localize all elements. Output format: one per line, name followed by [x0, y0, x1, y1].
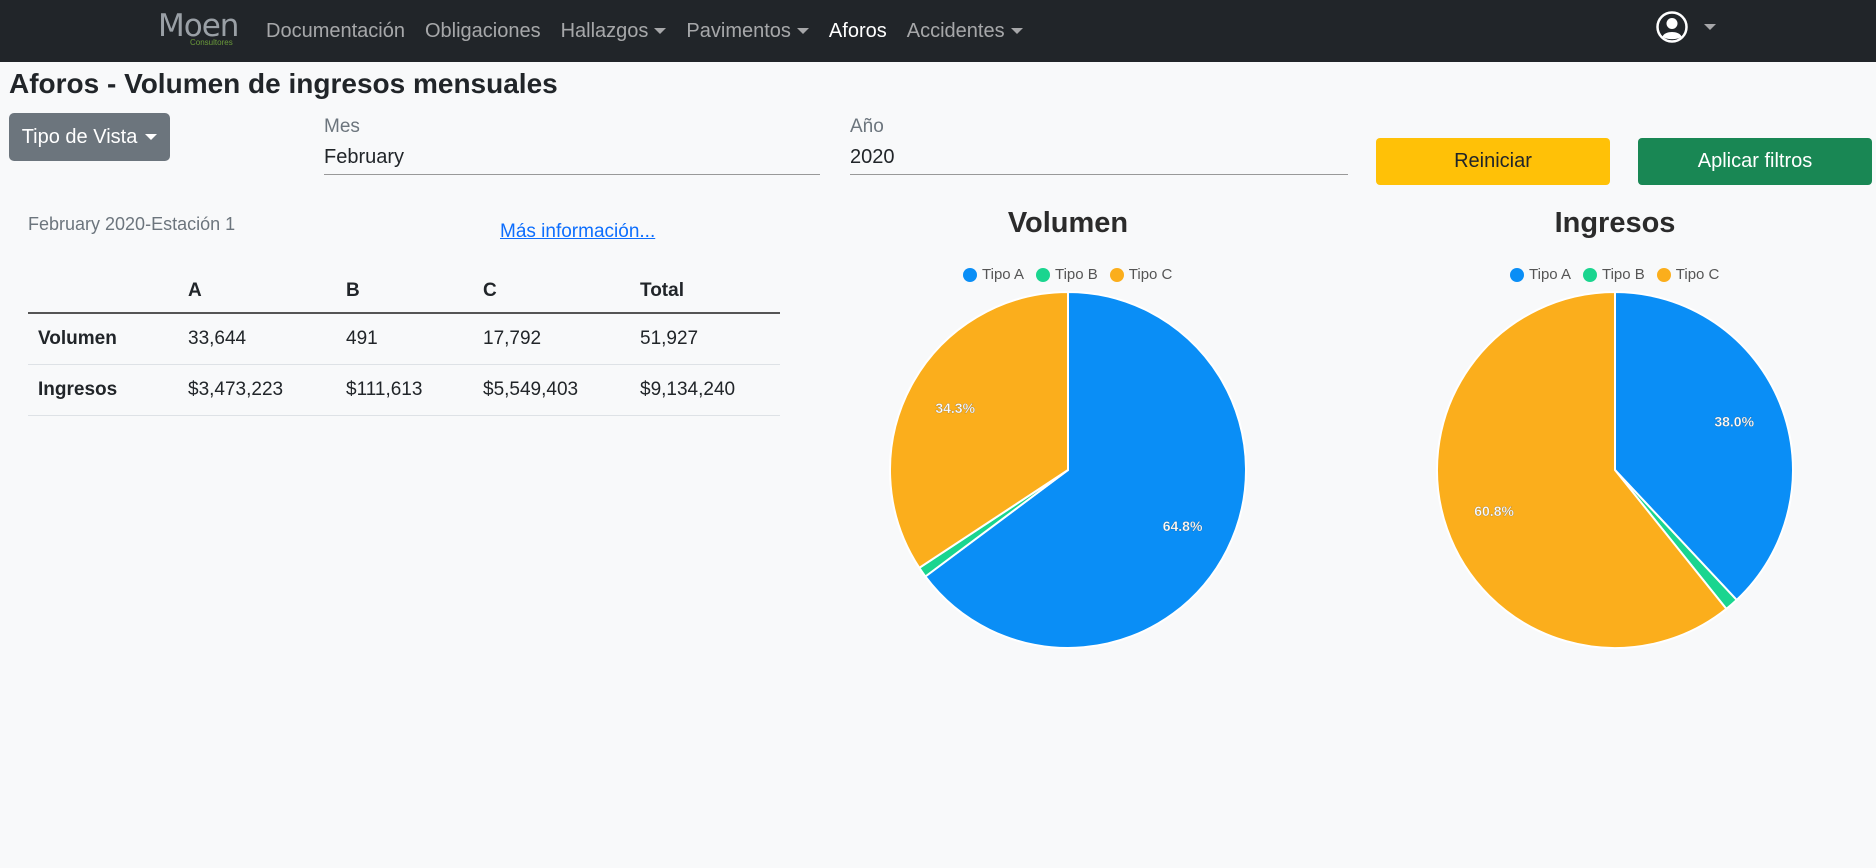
caret-down-icon [796, 28, 809, 34]
nav-menu: Documentación Obligaciones Hallazgos Pav… [256, 0, 1033, 62]
row-label: Ingresos [28, 364, 178, 416]
nav-item-label: Obligaciones [424, 19, 541, 42]
legend-label: Tipo B [1054, 266, 1098, 283]
apply-filters-button[interactable]: Aplicar filtros [1638, 138, 1872, 185]
legend-swatch [1109, 267, 1124, 282]
legend-swatch [1656, 267, 1671, 282]
legend-item-tipo-c[interactable]: Tipo C [1656, 266, 1720, 283]
table-header-total: Total [630, 270, 780, 314]
row-label: Volumen [28, 313, 178, 365]
pie-data-label: 60.8% [1474, 503, 1514, 519]
table-header-b: B [336, 270, 473, 314]
user-avatar-icon [1656, 11, 1688, 43]
legend-item-tipo-c[interactable]: Tipo C [1109, 266, 1173, 283]
nav-item-pavimentos[interactable]: Pavimentos [676, 20, 819, 43]
user-menu[interactable] [1656, 11, 1716, 43]
legend-label: Tipo C [1128, 266, 1173, 283]
volumen-pie-chart: 64.8% 34.3% [889, 290, 1247, 649]
ingresos-chart-legend: Tipo A Tipo B Tipo C [1510, 266, 1731, 283]
table-header-c: C [473, 270, 630, 314]
table-header-a: A [178, 270, 336, 314]
nav-item-label: Hallazgos [560, 19, 649, 42]
nav-item-label: Accidentes [906, 19, 1005, 42]
cell-a: 33,644 [178, 313, 336, 365]
top-navbar: Moen Consultores Documentación Obligacio… [0, 0, 1876, 62]
table-row: Volumen 33,644 491 17,792 51,927 [28, 313, 780, 365]
legend-label: Tipo B [1601, 266, 1645, 283]
view-type-dropdown-button[interactable]: Tipo de Vista [9, 113, 170, 161]
nav-item-label: Pavimentos [686, 19, 791, 42]
cell-total: 51,927 [630, 313, 780, 365]
ingresos-pie-chart: 38.0% 60.8% [1436, 290, 1794, 649]
volumen-chart-title: Volumen [1007, 207, 1129, 239]
year-input[interactable] [850, 140, 1348, 175]
legend-swatch [963, 267, 977, 282]
station-label: February 2020-Estación 1 [28, 214, 236, 234]
legend-item-tipo-b[interactable]: Tipo B [1582, 266, 1645, 283]
more-info-link[interactable]: Más información... [500, 221, 655, 243]
year-label: Año [850, 116, 884, 137]
caret-down-icon [1010, 28, 1023, 34]
view-type-label: Tipo de Vista [21, 125, 138, 148]
legend-label: Tipo A [982, 266, 1024, 283]
volumen-chart-legend: Tipo A Tipo B Tipo C [963, 266, 1184, 283]
nav-item-aforos[interactable]: Aforos [819, 20, 897, 43]
table-header-blank [28, 270, 178, 314]
month-input[interactable] [324, 140, 820, 175]
cell-b: 491 [336, 313, 473, 365]
legend-swatch [1510, 267, 1524, 282]
nav-item-label: Aforos [828, 19, 887, 42]
legend-label: Tipo A [1529, 266, 1571, 283]
legend-swatch [1035, 267, 1050, 282]
cell-b: $111,613 [336, 364, 473, 416]
caret-down-icon [654, 28, 667, 34]
reset-button[interactable]: Reiniciar [1376, 138, 1610, 185]
page-title: Aforos - Volumen de ingresos mensuales [9, 68, 558, 99]
legend-item-tipo-b[interactable]: Tipo B [1035, 266, 1098, 283]
table-row: Ingresos $3,473,223 $111,613 $5,549,403 … [28, 364, 780, 416]
pie-data-label: 34.3% [935, 400, 975, 416]
legend-item-tipo-a[interactable]: Tipo A [963, 266, 1024, 283]
cell-c: $5,549,403 [473, 364, 630, 416]
pie-data-label: 64.8% [1163, 518, 1203, 534]
ingresos-chart-title: Ingresos [1554, 207, 1676, 239]
month-label: Mes [324, 116, 360, 137]
legend-label: Tipo C [1675, 266, 1720, 283]
caret-down-icon [1704, 24, 1716, 30]
nav-item-hallazgos[interactable]: Hallazgos [551, 20, 677, 43]
pie-data-label: 38.0% [1714, 414, 1754, 430]
cell-c: 17,792 [473, 313, 630, 365]
nav-item-obligaciones[interactable]: Obligaciones [415, 20, 551, 43]
summary-table: A B C Total Volumen 33,644 491 17,792 51… [28, 270, 780, 416]
nav-item-documentacion[interactable]: Documentación [256, 20, 415, 43]
cell-total: $9,134,240 [630, 364, 780, 416]
logo-subtext: Consultores [190, 38, 233, 47]
caret-down-icon [145, 134, 158, 140]
table-header-row: A B C Total [28, 270, 780, 314]
logo[interactable]: Moen Consultores [156, 6, 239, 52]
legend-swatch [1582, 267, 1597, 282]
legend-item-tipo-a[interactable]: Tipo A [1510, 266, 1571, 283]
nav-item-accidentes[interactable]: Accidentes [897, 20, 1033, 43]
nav-item-label: Documentación [266, 19, 405, 42]
cell-a: $3,473,223 [178, 364, 336, 416]
